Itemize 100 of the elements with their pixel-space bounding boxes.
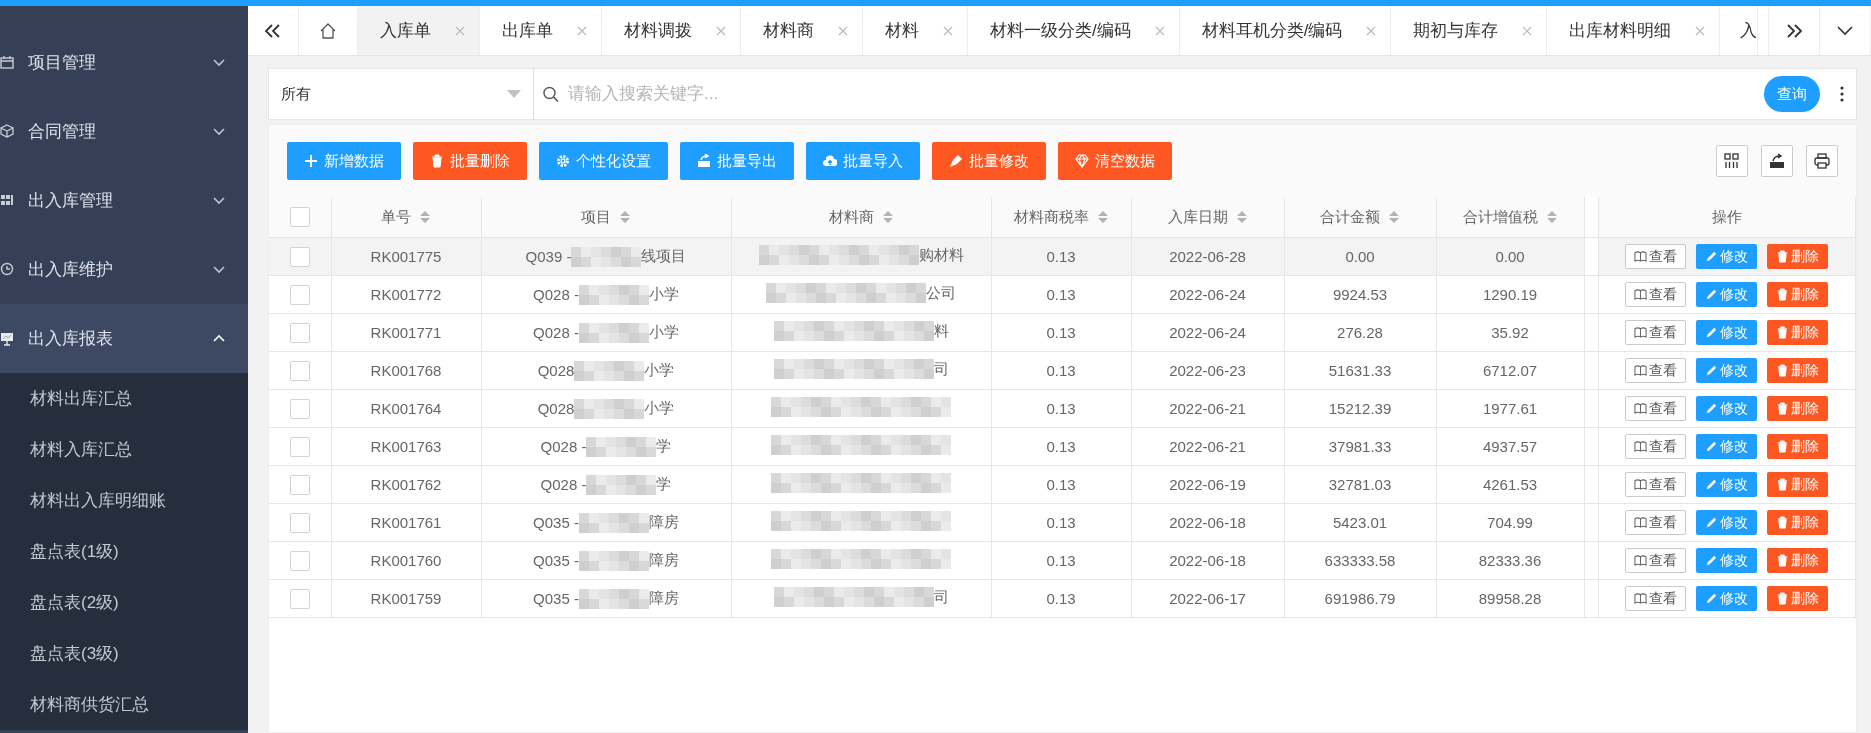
menu-item[interactable]: 出入库维护 (0, 235, 248, 304)
tab[interactable]: 材料商 (741, 6, 863, 55)
view-button[interactable]: 查看 (1625, 548, 1687, 573)
table-cell: 0.13 (991, 541, 1131, 580)
table-cell: 15212.39 (1284, 389, 1436, 428)
table-row[interactable]: RK001761 Q035 - 障房 0.13 2022-06-18 5423.01 704.99 查看 修改 删除 (269, 503, 1856, 542)
table-cell: 1290.19 (1436, 275, 1584, 314)
tab[interactable]: 出库材料明细 (1547, 6, 1721, 55)
columns-button[interactable] (1716, 145, 1748, 177)
table-cell: 司 (933, 587, 949, 607)
print-button[interactable] (1806, 145, 1838, 177)
table-cell: 0.00 (1436, 237, 1584, 276)
row-checkbox[interactable] (289, 360, 310, 381)
table-row[interactable]: RK001762 Q028 - 学 0.13 2022-06-19 32781.03 4261.53 查看 修改 删除 (269, 465, 1856, 504)
row-checkbox[interactable] (289, 322, 310, 343)
sort-icon[interactable] (1545, 209, 1558, 225)
row-checkbox[interactable] (289, 398, 310, 419)
pencil-icon (1705, 250, 1719, 263)
more-options-icon[interactable] (1840, 86, 1844, 102)
submenu-item[interactable]: 材料出库汇总 (0, 373, 248, 424)
row-checkbox[interactable] (289, 588, 310, 609)
menu-item[interactable]: 出入库报表 (0, 304, 248, 373)
export-button[interactable] (1761, 145, 1793, 177)
close-icon[interactable] (943, 25, 953, 36)
table-cell: RK001762 (331, 465, 481, 504)
tab[interactable]: 入 (1720, 6, 1759, 55)
table-row[interactable]: RK001763 Q028 - 学 0.13 2022-06-21 37981.33 4937.57 查看 修改 删除 (269, 427, 1856, 466)
submenu-item[interactable]: 材料商供货汇总 (0, 679, 248, 730)
close-icon[interactable] (1154, 25, 1165, 36)
table-row[interactable]: RK001775 Q039 - 线项目 购材料 0.13 2022-06-28 0.00 0.00 查看 修改 删除 (269, 237, 1856, 276)
row-checkbox[interactable] (289, 246, 310, 267)
column-header[interactable]: 单号 (381, 207, 431, 227)
row-checkbox[interactable] (289, 436, 310, 457)
tab[interactable]: 材料 (863, 6, 968, 55)
table-cell: 0.13 (991, 313, 1131, 352)
double-chevron-right-icon[interactable] (1785, 22, 1803, 39)
view-button[interactable]: 查看 (1625, 358, 1687, 383)
submenu-item[interactable]: 盘点表(1级) (0, 526, 248, 577)
table-cell: 2022-06-18 (1131, 503, 1284, 542)
menu-item[interactable]: 出入库管理 (0, 166, 248, 235)
tab[interactable]: 出库单 (480, 6, 602, 55)
close-icon[interactable] (838, 25, 848, 36)
close-icon[interactable] (455, 25, 465, 36)
sort-icon[interactable] (1388, 209, 1400, 225)
table-cell: Q028 - (533, 286, 579, 303)
view-button[interactable]: 查看 (1625, 396, 1687, 421)
row-checkbox[interactable] (289, 474, 310, 495)
tab[interactable]: 材料一级分类/编码 (968, 6, 1180, 55)
table-cell: 691986.79 (1284, 579, 1436, 618)
tab[interactable]: 材料耳机分类/编码 (1179, 6, 1392, 55)
plus-icon (304, 154, 318, 168)
table-row[interactable]: RK001760 Q035 - 障房 0.13 2022-06-18 633333.58 82333.36 查看 修改 删除 (269, 541, 1856, 580)
menu-item[interactable]: 项目管理 (0, 28, 248, 97)
menu-item[interactable]: 合同管理 (0, 97, 248, 166)
table-row[interactable]: RK001768 Q028 小学 司 0.13 2022-06-23 51631.33 6712.07 查看 修改 删除 (269, 351, 1856, 390)
table-row[interactable]: RK001771 Q028 - 小学 料 0.13 2022-06-24 276.28 35.92 查看 修改 删除 (269, 313, 1856, 352)
sort-icon[interactable] (419, 209, 431, 225)
close-icon[interactable] (1366, 25, 1377, 36)
view-button[interactable]: 查看 (1625, 320, 1687, 345)
view-button[interactable]: 查看 (1625, 244, 1687, 269)
chevron-down-icon[interactable] (1836, 24, 1854, 37)
table-cell: 0.13 (991, 427, 1131, 466)
sort-icon[interactable] (1235, 209, 1248, 225)
view-button[interactable]: 查看 (1625, 510, 1687, 535)
table-row[interactable]: RK001772 Q028 - 小学 公司 0.13 2022-06-24 9924.53 1290.19 查看 修改 删除 (269, 275, 1856, 314)
table-cell: 购材料 (918, 245, 964, 265)
row-checkbox[interactable] (289, 284, 310, 305)
tab[interactable]: 期初与库存 (1391, 6, 1548, 55)
tab[interactable]: 材料调拨 (602, 6, 741, 55)
sort-icon[interactable] (1096, 209, 1109, 225)
redaction-mosaic (574, 398, 645, 419)
view-button[interactable]: 查看 (1625, 472, 1687, 497)
close-icon[interactable] (1522, 25, 1533, 36)
home-icon (319, 21, 337, 40)
sort-icon[interactable] (619, 209, 631, 225)
view-button[interactable]: 查看 (1625, 586, 1687, 611)
view-button[interactable]: 查看 (1625, 434, 1687, 459)
submenu-item[interactable]: 盘点表(2级) (0, 577, 248, 628)
view-button[interactable]: 查看 (1625, 282, 1687, 307)
tab[interactable]: 入库单 (358, 6, 480, 55)
close-icon[interactable] (1695, 25, 1706, 36)
pencil-icon (1705, 478, 1719, 491)
table-cell: 料 (933, 321, 949, 341)
double-chevron-left-icon[interactable] (264, 22, 282, 39)
table-row[interactable]: RK001764 Q028 小学 0.13 2022-06-21 15212.39 1977.61 查看 修改 删除 (269, 389, 1856, 428)
sort-icon[interactable] (881, 209, 894, 225)
column-header[interactable]: 材料商 (828, 207, 894, 227)
select-all-checkbox[interactable] (289, 207, 310, 227)
close-icon[interactable] (716, 25, 726, 36)
submenu-item[interactable]: 盘点表(3级) (0, 628, 248, 679)
close-icon[interactable] (577, 25, 587, 36)
row-checkbox[interactable] (289, 550, 310, 571)
table-cell: 障房 (648, 589, 679, 608)
table-row[interactable]: RK001759 Q035 - 障房 司 0.13 2022-06-17 691986.79 89958.28 查看 修改 删除 (269, 579, 1856, 618)
submenu-item[interactable]: 材料入库汇总 (0, 424, 248, 475)
column-header[interactable]: 项目 (581, 207, 631, 227)
table-cell: 0.13 (991, 503, 1131, 542)
filter-dropdown[interactable]: 所有 (268, 68, 534, 120)
row-checkbox[interactable] (289, 512, 310, 533)
submenu-item[interactable]: 材料出入库明细账 (0, 475, 248, 526)
